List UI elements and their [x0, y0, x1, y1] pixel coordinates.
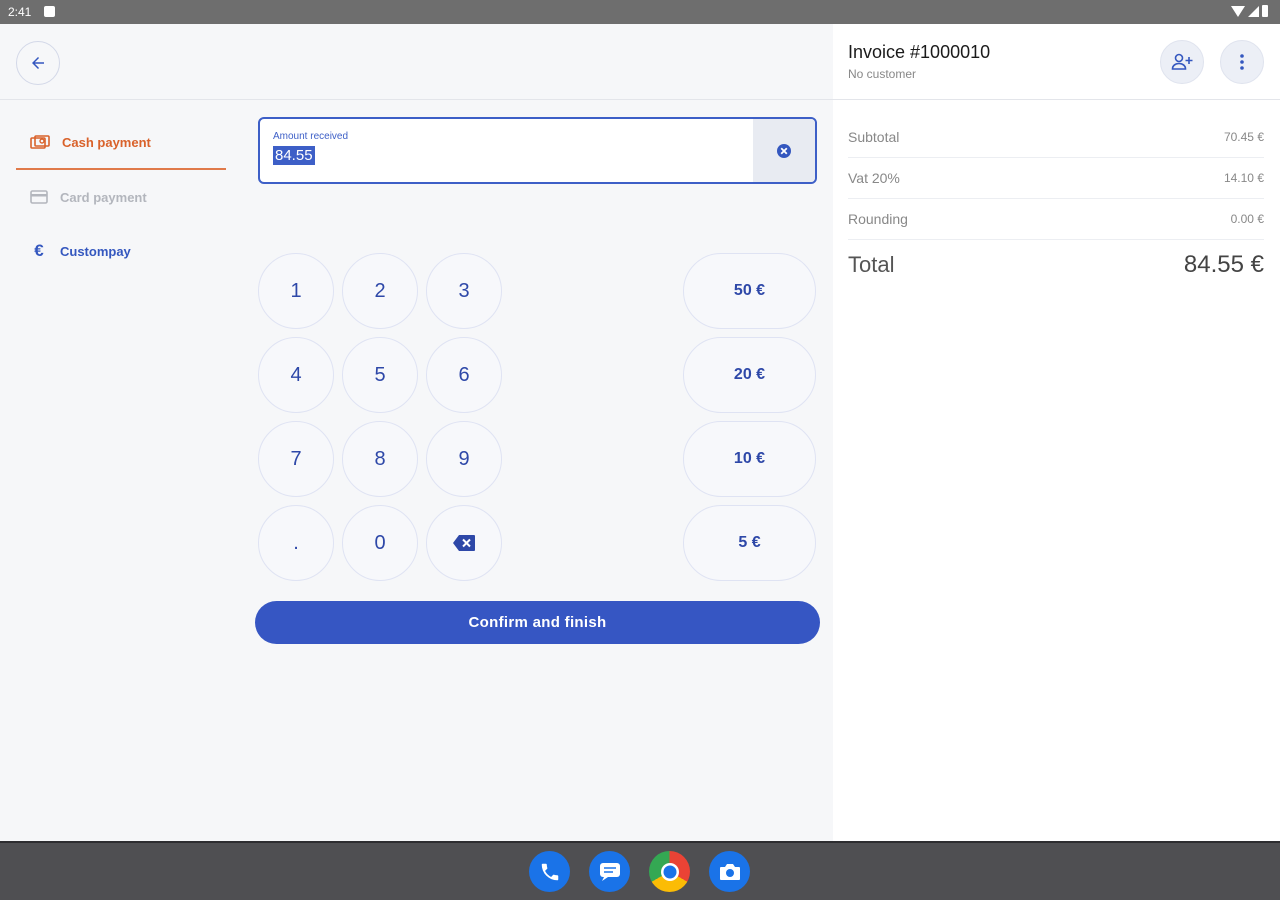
- key-decimal[interactable]: .: [258, 505, 334, 581]
- backspace-icon: [453, 535, 475, 551]
- payment-method-label: Custompay: [60, 243, 131, 259]
- key-9[interactable]: 9: [426, 421, 502, 497]
- key-7[interactable]: 7: [258, 421, 334, 497]
- payment-method-card[interactable]: Card payment: [16, 170, 226, 224]
- arrow-left-icon: [32, 57, 44, 69]
- key-3[interactable]: 3: [426, 253, 502, 329]
- total-value: 84.55 €: [1183, 251, 1264, 278]
- invoice-title: Invoice #1000010: [848, 42, 991, 62]
- navigation-bar: [0, 841, 1280, 900]
- summary-value: 14.10 €: [1223, 171, 1264, 185]
- status-time: 2:41: [8, 5, 32, 19]
- signal-icon: [1248, 5, 1259, 17]
- phone-icon: [541, 863, 558, 880]
- confirm-finish-button[interactable]: Confirm and finish: [255, 601, 820, 644]
- payment-header: [0, 24, 833, 100]
- summary-row-total: Total 84.55 €: [848, 240, 1264, 290]
- key-1[interactable]: 1: [258, 253, 334, 329]
- messages-icon: [599, 862, 620, 881]
- more-vert-icon: [1240, 54, 1244, 70]
- clear-amount-button[interactable]: [753, 119, 815, 182]
- payment-method-list: Cash payment Card payment € Custompay: [16, 116, 226, 278]
- euro-icon: €: [34, 241, 44, 260]
- payment-method-label: Card payment: [60, 189, 147, 205]
- summary-value: 70.45 €: [1223, 130, 1264, 144]
- amount-label: Amount received: [273, 131, 349, 142]
- status-indicators: [1231, 5, 1268, 17]
- quick-amount-50[interactable]: 50 €: [683, 253, 816, 329]
- key-5[interactable]: 5: [342, 337, 418, 413]
- invoice-summary: Subtotal 70.45 € Vat 20% 14.10 € Roundin…: [848, 117, 1264, 290]
- key-4[interactable]: 4: [258, 337, 334, 413]
- summary-label: Vat 20%: [848, 170, 900, 186]
- invoice-customer: No customer: [848, 67, 917, 81]
- summary-label: Subtotal: [848, 129, 900, 145]
- camera-icon: [719, 863, 740, 880]
- app-dock: [529, 851, 750, 892]
- key-0[interactable]: 0: [342, 505, 418, 581]
- key-2[interactable]: 2: [342, 253, 418, 329]
- back-button[interactable]: [16, 41, 60, 85]
- quick-amount-20[interactable]: 20 €: [683, 337, 816, 413]
- key-8[interactable]: 8: [342, 421, 418, 497]
- wifi-icon: [1231, 5, 1245, 17]
- status-bar: 2:41: [0, 0, 1280, 24]
- payment-method-custompay[interactable]: € Custompay: [16, 224, 226, 278]
- chrome-icon: [660, 862, 679, 881]
- clear-circle-icon: [777, 143, 791, 158]
- add-customer-icon: [1171, 53, 1193, 70]
- amount-input[interactable]: 84.55: [273, 146, 315, 165]
- payment-panel: Cash payment Card payment € Custompay Am…: [0, 24, 833, 841]
- summary-label: Rounding: [848, 211, 908, 227]
- amount-received-field[interactable]: Amount received 84.55: [258, 117, 817, 184]
- invoice-panel: Invoice #1000010 No customer Subtotal 70…: [833, 24, 1280, 841]
- camera-app-button[interactable]: [709, 851, 750, 892]
- more-options-button[interactable]: [1220, 40, 1264, 84]
- summary-row-subtotal: Subtotal 70.45 €: [848, 117, 1264, 158]
- total-label: Total: [848, 252, 895, 277]
- summary-row-vat: Vat 20% 14.10 €: [848, 158, 1264, 199]
- phone-app-button[interactable]: [529, 851, 570, 892]
- summary-row-rounding: Rounding 0.00 €: [848, 199, 1264, 240]
- chrome-app-button[interactable]: [649, 851, 690, 892]
- battery-icon: [1262, 5, 1268, 17]
- quick-amount-10[interactable]: 10 €: [683, 421, 816, 497]
- add-customer-button[interactable]: [1160, 40, 1204, 84]
- invoice-header: Invoice #1000010 No customer: [833, 24, 1280, 100]
- key-6[interactable]: 6: [426, 337, 502, 413]
- summary-value: 0.00 €: [1230, 212, 1264, 226]
- card-icon: [30, 190, 48, 204]
- quick-amount-5[interactable]: 5 €: [683, 505, 816, 581]
- backspace-button[interactable]: [426, 505, 502, 581]
- payment-method-label: Cash payment: [62, 134, 151, 150]
- messages-app-button[interactable]: [589, 851, 630, 892]
- notification-icon: [44, 6, 55, 17]
- cash-icon: [30, 135, 50, 149]
- payment-method-cash[interactable]: Cash payment: [16, 116, 226, 170]
